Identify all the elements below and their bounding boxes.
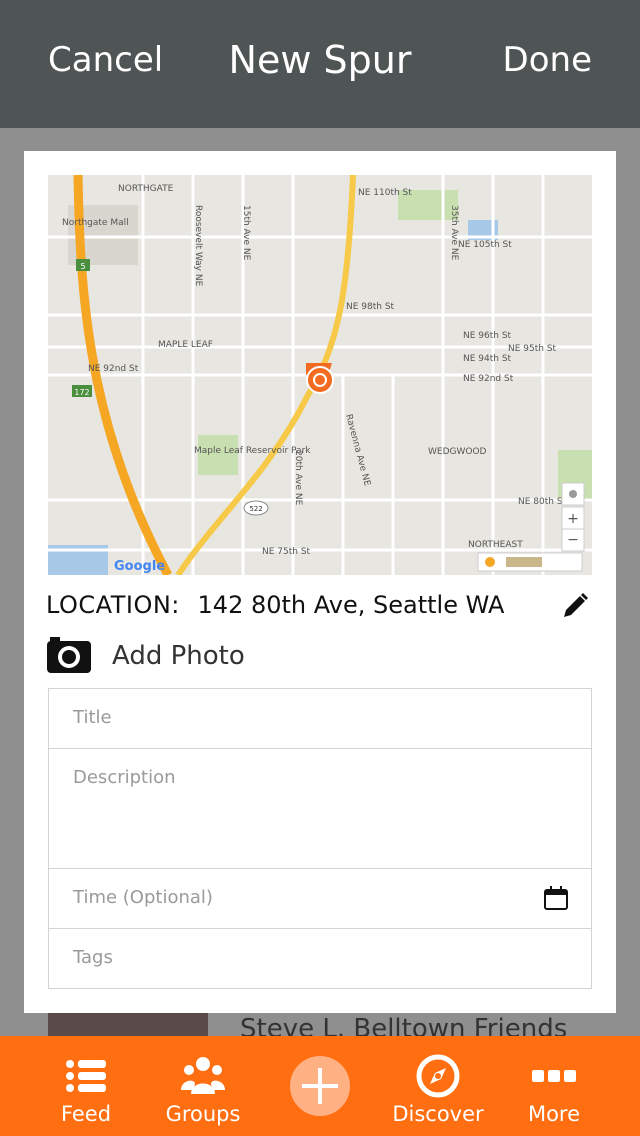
map-label: 35th Ave NE [449, 205, 459, 261]
done-button[interactable]: Done [503, 40, 592, 80]
cancel-button[interactable]: Cancel [48, 40, 163, 80]
location-row: LOCATION: 142 80th Ave, Seattle WA [46, 591, 594, 631]
group-icon [181, 1057, 225, 1094]
time-field[interactable]: Time (Optional) [48, 868, 592, 929]
svg-text:172: 172 [74, 388, 89, 397]
camera-icon [47, 637, 91, 673]
title-placeholder: Title [73, 707, 112, 728]
svg-text:−: − [567, 532, 579, 548]
tab-groups[interactable]: Groups [143, 1036, 263, 1136]
map-label: NE 95th St [508, 344, 557, 354]
time-placeholder: Time (Optional) [73, 887, 213, 908]
map-canvas: NORTHGATE NE 110th St Northgate Mall NE … [48, 175, 592, 575]
map-label: NE 80th St [518, 497, 567, 507]
map-label: MAPLE LEAF [158, 340, 213, 350]
map-label: Northgate Mall [62, 218, 129, 228]
map-label: 15th Ave NE [241, 205, 251, 261]
zoom-controls[interactable]: + − [561, 482, 585, 552]
add-photo-label: Add Photo [112, 641, 245, 671]
svg-text:522: 522 [249, 505, 262, 513]
map-label: NE 75th St [262, 547, 311, 557]
google-logo: Google [114, 559, 165, 574]
tab-more[interactable]: More [494, 1036, 614, 1136]
description-placeholder: Description [73, 767, 176, 788]
highway-shield-172: 172 [72, 385, 92, 397]
location-map[interactable]: NORTHGATE NE 110th St Northgate Mall NE … [48, 175, 592, 575]
location-value: 142 80th Ave, Seattle WA [197, 591, 505, 619]
map-label: NE 98th St [346, 302, 395, 312]
map-label: NE 110th St [358, 188, 412, 198]
map-label: WEDGWOOD [428, 447, 487, 457]
new-spur-card: NORTHGATE NE 110th St Northgate Mall NE … [24, 151, 616, 1013]
tab-groups-label: Groups [165, 1102, 241, 1126]
tab-discover[interactable]: Discover [378, 1036, 498, 1136]
tags-placeholder: Tags [73, 947, 113, 968]
bottom-tab-bar: Feed Groups Discover More [0, 1036, 640, 1136]
map-label: 20th Ave NE [293, 450, 303, 506]
map-label: Roosevelt Way NE [193, 205, 203, 287]
top-navigation-bar: Cancel New Spur Done [0, 0, 640, 128]
plus-icon [302, 1068, 338, 1104]
more-icon [532, 1070, 576, 1082]
map-label: NE 105th St [458, 240, 512, 250]
map-label: NE 92nd St [88, 364, 139, 374]
map-label: NE 92nd St [463, 374, 514, 384]
map-pin-icon[interactable] [306, 363, 334, 394]
map-label: NORTHEAST [468, 540, 523, 550]
tab-feed[interactable]: Feed [26, 1036, 146, 1136]
tab-discover-label: Discover [392, 1102, 484, 1126]
highway-shield-5: 5 [76, 259, 90, 271]
svg-text:5: 5 [80, 262, 85, 271]
pegman-icon[interactable] [485, 557, 495, 567]
location-label: LOCATION: [46, 591, 180, 619]
add-photo-button[interactable]: Add Photo [46, 635, 446, 679]
tab-more-label: More [527, 1102, 581, 1126]
map-label: NE 96th St [463, 331, 512, 341]
list-icon [66, 1060, 106, 1092]
map-label: NE 94th St [463, 354, 512, 364]
highway-shield-522: 522 [243, 500, 269, 516]
description-field[interactable]: Description [48, 748, 592, 869]
add-spur-button[interactable] [290, 1056, 350, 1116]
map-label: NORTHGATE [118, 184, 174, 194]
tab-feed-label: Feed [60, 1102, 112, 1126]
calendar-icon[interactable] [543, 885, 569, 911]
tags-field[interactable]: Tags [48, 928, 592, 989]
compass-icon [416, 1054, 460, 1098]
pencil-icon[interactable] [560, 591, 590, 621]
svg-text:+: + [567, 511, 579, 527]
title-field[interactable]: Title [48, 688, 592, 749]
